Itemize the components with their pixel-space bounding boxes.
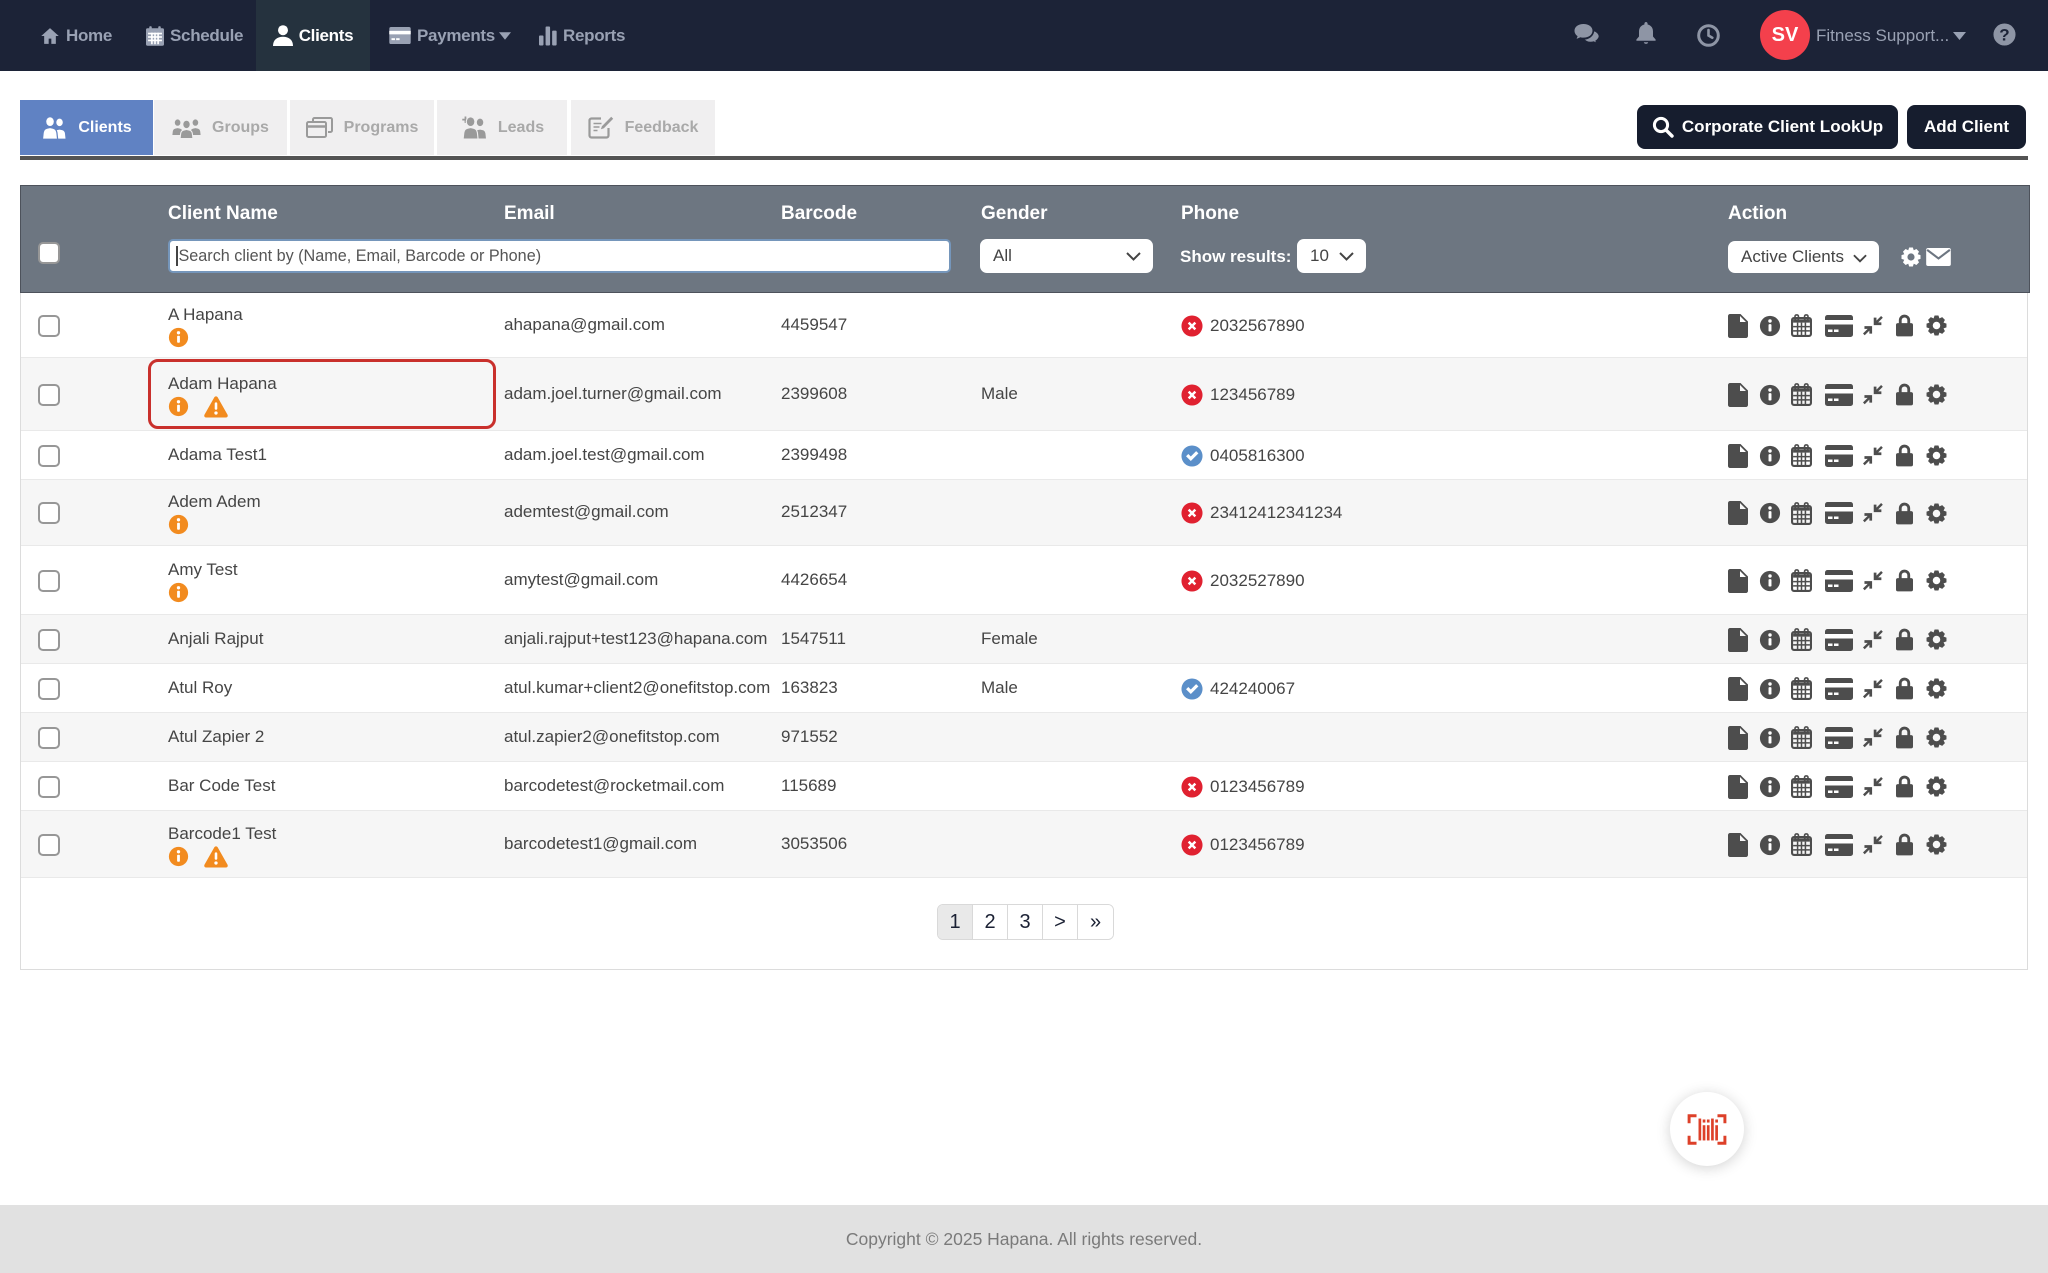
- svg-text:?: ?: [1999, 25, 2009, 44]
